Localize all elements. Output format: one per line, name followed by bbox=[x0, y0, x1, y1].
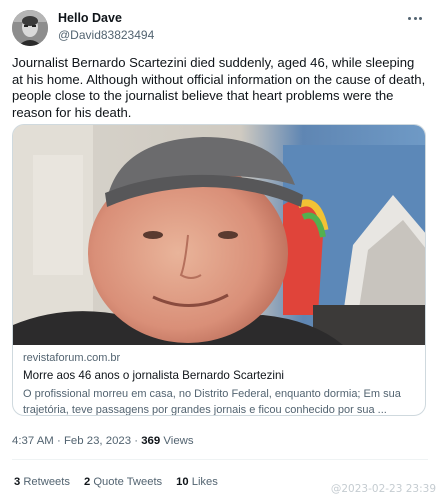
link-card[interactable]: revistaforum.com.br Morre aos 46 anos o … bbox=[12, 124, 426, 416]
timestamp-watermark: @2023-02-23 23:39 bbox=[330, 483, 436, 495]
engagement-stats: 3 Retweets 2 Quote Tweets 10 Likes bbox=[14, 476, 232, 488]
divider bbox=[12, 459, 428, 460]
likes-stat[interactable]: 10 Likes bbox=[176, 476, 218, 488]
likes-label: Likes bbox=[191, 476, 218, 488]
retweets-stat[interactable]: 3 Retweets bbox=[14, 476, 70, 488]
tweet-date: Feb 23, 2023 bbox=[63, 435, 132, 447]
likes-count: 10 bbox=[176, 476, 189, 488]
display-name[interactable]: Hello Dave bbox=[58, 11, 122, 25]
more-options-icon[interactable] bbox=[404, 10, 426, 26]
tweet-container: Hello Dave @David83823494 Journalist Ber… bbox=[0, 0, 440, 500]
views-count: 369 bbox=[141, 435, 161, 447]
views-label: Views bbox=[163, 435, 194, 447]
quotes-label: Quote Tweets bbox=[93, 476, 163, 488]
user-handle[interactable]: @David83823494 bbox=[58, 28, 154, 42]
card-description: O profissional morreu em casa, no Distri… bbox=[23, 388, 401, 416]
meta-separator: · bbox=[56, 435, 61, 447]
card-photo bbox=[13, 125, 425, 345]
meta-separator: · bbox=[134, 435, 139, 447]
retweets-count: 3 bbox=[14, 476, 21, 488]
tweet-text: Journalist Bernardo Scartezini died sudd… bbox=[12, 55, 426, 120]
avatar-image bbox=[12, 10, 48, 46]
avatar[interactable] bbox=[12, 10, 48, 46]
quotes-count: 2 bbox=[83, 476, 91, 488]
card-domain: revistaforum.com.br bbox=[23, 352, 121, 364]
retweets-label: Retweets bbox=[23, 476, 70, 488]
tweet-timestamp[interactable]: 4:37 AM · Feb 23, 2023 · 369 Views bbox=[12, 435, 194, 447]
tweet-time: 4:37 AM bbox=[12, 435, 54, 447]
card-title: Morre aos 46 anos o jornalista Bernardo … bbox=[23, 369, 284, 382]
quote-tweets-stat[interactable]: 2 Quote Tweets bbox=[84, 476, 162, 488]
card-meta: revistaforum.com.br Morre aos 46 anos o … bbox=[23, 351, 419, 416]
